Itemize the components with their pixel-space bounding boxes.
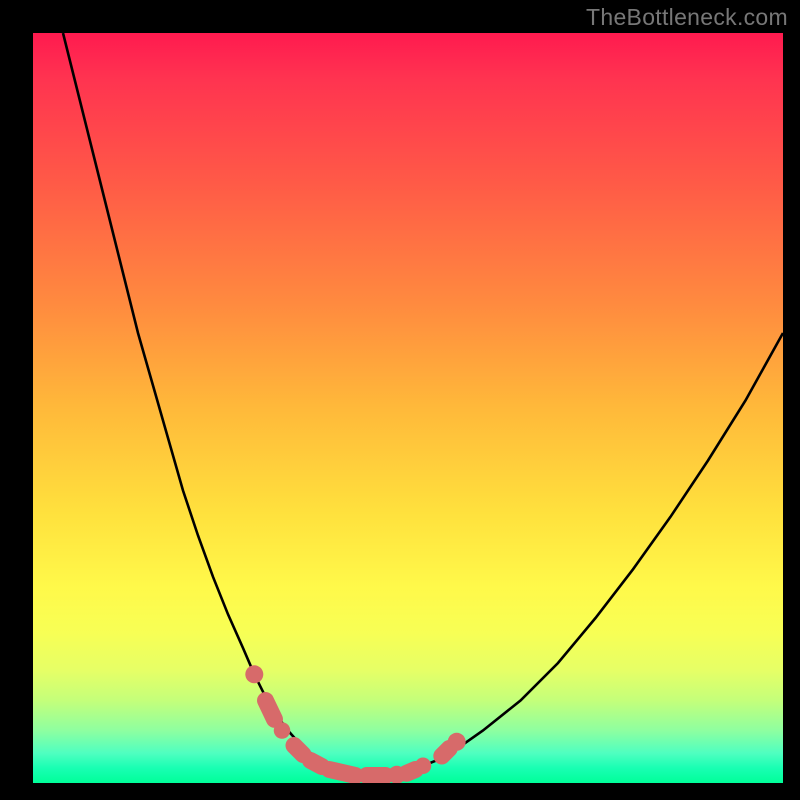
marker-dot <box>274 722 291 739</box>
marker-segment <box>294 746 303 755</box>
marker-segment <box>407 770 416 774</box>
marker-segment <box>266 701 275 720</box>
marker-dot <box>245 665 263 683</box>
marker-segment <box>329 770 355 776</box>
curve-markers <box>245 665 465 783</box>
plot-area <box>33 33 783 783</box>
marker-segment <box>442 749 450 757</box>
bottleneck-curve <box>63 33 783 776</box>
marker-dot <box>448 733 466 751</box>
curve-svg <box>33 33 783 783</box>
watermark-text: TheBottleneck.com <box>586 4 788 31</box>
marker-dot <box>415 758 432 775</box>
marker-segment <box>311 761 322 767</box>
chart-frame: TheBottleneck.com <box>0 0 800 800</box>
